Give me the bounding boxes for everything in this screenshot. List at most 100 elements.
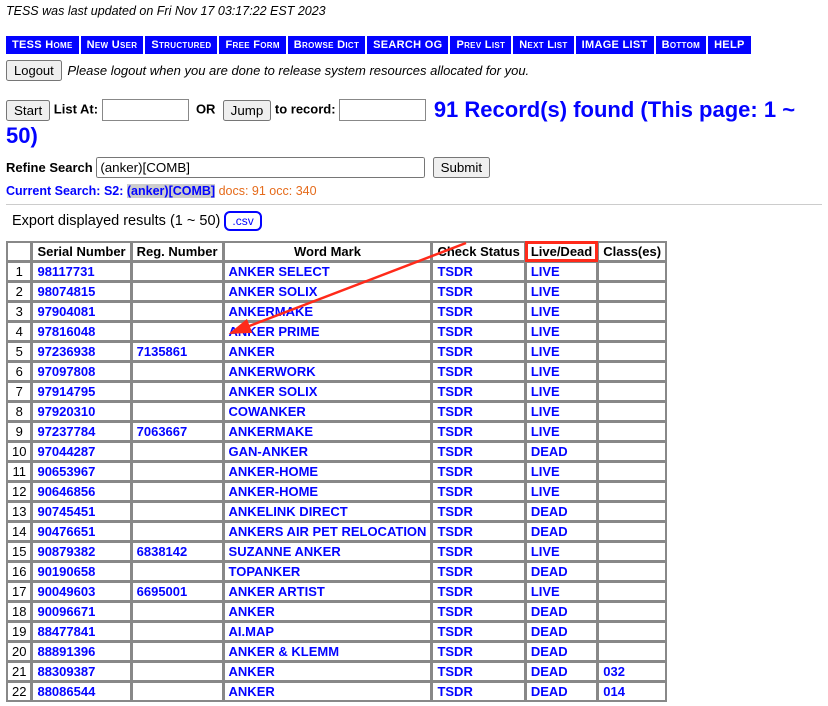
word-mark[interactable]: ANKER: [224, 682, 432, 701]
live-dead[interactable]: DEAD: [526, 602, 597, 621]
reg-number[interactable]: [132, 262, 223, 281]
word-mark[interactable]: ANKERMAKE: [224, 302, 432, 321]
classes[interactable]: [598, 422, 666, 441]
reg-number[interactable]: 7135861: [132, 342, 223, 361]
classes[interactable]: [598, 442, 666, 461]
reg-number[interactable]: 7063667: [132, 422, 223, 441]
classes[interactable]: [598, 582, 666, 601]
live-dead[interactable]: LIVE: [526, 342, 597, 361]
serial-number[interactable]: 90049603: [32, 582, 130, 601]
live-dead[interactable]: DEAD: [526, 522, 597, 541]
word-mark[interactable]: ANKER-HOME: [224, 482, 432, 501]
serial-number[interactable]: 90476651: [32, 522, 130, 541]
live-dead[interactable]: LIVE: [526, 322, 597, 341]
reg-number[interactable]: [132, 322, 223, 341]
check-status[interactable]: TSDR: [432, 302, 524, 321]
live-dead[interactable]: DEAD: [526, 622, 597, 641]
word-mark[interactable]: COWANKER: [224, 402, 432, 421]
word-mark[interactable]: ANKER: [224, 602, 432, 621]
live-dead[interactable]: LIVE: [526, 282, 597, 301]
word-mark[interactable]: TOPANKER: [224, 562, 432, 581]
nav-prev-list[interactable]: Prev List: [450, 36, 511, 54]
classes[interactable]: [598, 262, 666, 281]
check-status[interactable]: TSDR: [432, 382, 524, 401]
classes[interactable]: 014: [598, 682, 666, 701]
classes[interactable]: [598, 342, 666, 361]
reg-number[interactable]: [132, 502, 223, 521]
serial-number[interactable]: 97914795: [32, 382, 130, 401]
live-dead[interactable]: DEAD: [526, 682, 597, 701]
reg-number[interactable]: 6838142: [132, 542, 223, 561]
live-dead[interactable]: LIVE: [526, 542, 597, 561]
serial-number[interactable]: 88309387: [32, 662, 130, 681]
classes[interactable]: [598, 502, 666, 521]
live-dead[interactable]: LIVE: [526, 422, 597, 441]
start-button[interactable]: Start: [6, 100, 50, 121]
word-mark[interactable]: ANKER-HOME: [224, 462, 432, 481]
reg-number[interactable]: [132, 662, 223, 681]
reg-number[interactable]: [132, 482, 223, 501]
classes[interactable]: [598, 282, 666, 301]
classes[interactable]: [598, 622, 666, 641]
classes[interactable]: [598, 382, 666, 401]
serial-number[interactable]: 98117731: [32, 262, 130, 281]
word-mark[interactable]: ANKER: [224, 662, 432, 681]
live-dead[interactable]: LIVE: [526, 302, 597, 321]
check-status[interactable]: TSDR: [432, 642, 524, 661]
nav-tess-home[interactable]: TESS Home: [6, 36, 79, 54]
serial-number[interactable]: 88891396: [32, 642, 130, 661]
word-mark[interactable]: AI.MAP: [224, 622, 432, 641]
reg-number[interactable]: [132, 402, 223, 421]
csv-button[interactable]: .csv: [224, 211, 261, 231]
serial-number[interactable]: 90190658: [32, 562, 130, 581]
serial-number[interactable]: 90646856: [32, 482, 130, 501]
serial-number[interactable]: 97236938: [32, 342, 130, 361]
classes[interactable]: [598, 562, 666, 581]
live-dead[interactable]: LIVE: [526, 582, 597, 601]
check-status[interactable]: TSDR: [432, 422, 524, 441]
classes[interactable]: [598, 322, 666, 341]
logout-button[interactable]: Logout: [6, 60, 62, 81]
serial-number[interactable]: 98074815: [32, 282, 130, 301]
reg-number[interactable]: [132, 282, 223, 301]
live-dead[interactable]: LIVE: [526, 362, 597, 381]
serial-number[interactable]: 97097808: [32, 362, 130, 381]
reg-number[interactable]: [132, 462, 223, 481]
word-mark[interactable]: ANKER SOLIX: [224, 282, 432, 301]
check-status[interactable]: TSDR: [432, 562, 524, 581]
classes[interactable]: [598, 302, 666, 321]
nav-browse-dict[interactable]: Browse Dict: [288, 36, 365, 54]
check-status[interactable]: TSDR: [432, 362, 524, 381]
word-mark[interactable]: ANKER SELECT: [224, 262, 432, 281]
check-status[interactable]: TSDR: [432, 682, 524, 701]
serial-number[interactable]: 97237784: [32, 422, 130, 441]
serial-number[interactable]: 90096671: [32, 602, 130, 621]
classes[interactable]: [598, 522, 666, 541]
word-mark[interactable]: ANKER & KLEMM: [224, 642, 432, 661]
reg-number[interactable]: [132, 682, 223, 701]
check-status[interactable]: TSDR: [432, 622, 524, 641]
live-dead[interactable]: DEAD: [526, 662, 597, 681]
check-status[interactable]: TSDR: [432, 502, 524, 521]
serial-number[interactable]: 88477841: [32, 622, 130, 641]
reg-number[interactable]: [132, 602, 223, 621]
classes[interactable]: [598, 542, 666, 561]
reg-number[interactable]: [132, 642, 223, 661]
check-status[interactable]: TSDR: [432, 662, 524, 681]
nav-search-og[interactable]: SEARCH OG: [367, 36, 448, 54]
to-record-input[interactable]: [339, 99, 426, 121]
reg-number[interactable]: [132, 382, 223, 401]
word-mark[interactable]: ANKER ARTIST: [224, 582, 432, 601]
word-mark[interactable]: ANKER SOLIX: [224, 382, 432, 401]
check-status[interactable]: TSDR: [432, 282, 524, 301]
reg-number[interactable]: [132, 442, 223, 461]
live-dead[interactable]: LIVE: [526, 382, 597, 401]
classes[interactable]: 032: [598, 662, 666, 681]
word-mark[interactable]: ANKER PRIME: [224, 322, 432, 341]
serial-number[interactable]: 90879382: [32, 542, 130, 561]
reg-number[interactable]: [132, 562, 223, 581]
live-dead[interactable]: DEAD: [526, 442, 597, 461]
classes[interactable]: [598, 462, 666, 481]
reg-number[interactable]: [132, 302, 223, 321]
check-status[interactable]: TSDR: [432, 342, 524, 361]
